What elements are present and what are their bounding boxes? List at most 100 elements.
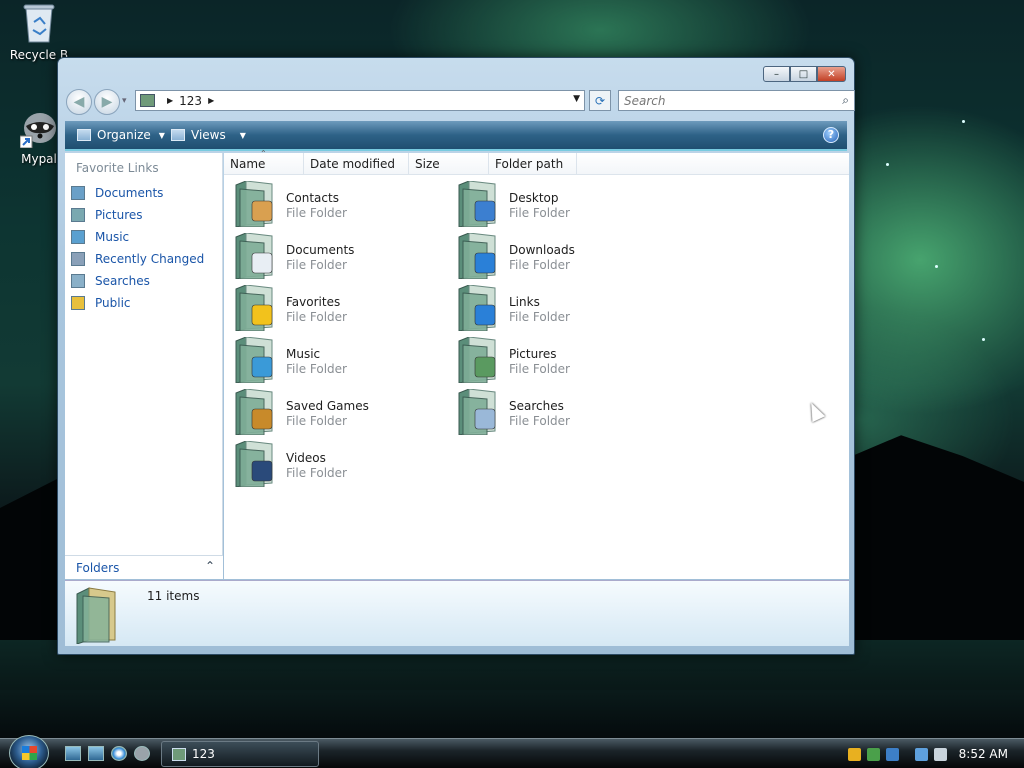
column-date-modified[interactable]: Date modified bbox=[304, 153, 409, 175]
desktop-lake bbox=[0, 640, 1024, 740]
folder-item-name: Searches bbox=[509, 399, 564, 413]
folder-icon bbox=[75, 586, 117, 645]
windows-logo-icon bbox=[22, 746, 37, 760]
folder-icon bbox=[172, 747, 186, 761]
music-icon bbox=[71, 230, 85, 244]
folder-item-type: File Folder bbox=[509, 414, 570, 428]
folder-item-name: Desktop bbox=[509, 191, 559, 205]
caption-buttons: – □ ✕ bbox=[763, 66, 846, 82]
star bbox=[982, 338, 985, 341]
taskbar-button-123[interactable]: 123 bbox=[161, 741, 319, 767]
favorite-link-pictures[interactable]: Pictures bbox=[71, 205, 143, 225]
file-list: ⌃ Name Date modified Size Folder path Con… bbox=[224, 149, 849, 579]
clock[interactable]: 8:52 AM bbox=[959, 747, 1008, 761]
address-dropdown-icon[interactable]: ▼ bbox=[573, 94, 580, 104]
recently-changed-icon bbox=[71, 252, 85, 266]
folder-item-searches[interactable]: Searches File Folder bbox=[449, 387, 669, 437]
chevron-right-icon[interactable]: ▶ bbox=[167, 96, 173, 105]
folder-item-type: File Folder bbox=[286, 466, 347, 480]
folder-item-documents[interactable]: Documents File Folder bbox=[226, 231, 446, 281]
switch-windows-icon[interactable] bbox=[88, 746, 104, 761]
folder-item-type: File Folder bbox=[509, 310, 570, 324]
music-folder-icon bbox=[234, 336, 276, 384]
favorite-link-label: Documents bbox=[95, 186, 164, 200]
public-folder-icon bbox=[71, 296, 85, 310]
security-shield-icon[interactable] bbox=[847, 747, 861, 761]
star bbox=[935, 265, 938, 268]
column-label: Name bbox=[230, 157, 266, 171]
address-path[interactable]: 123 bbox=[179, 94, 202, 108]
folder-item-downloads[interactable]: Downloads File Folder bbox=[449, 231, 669, 281]
explorer-window: – □ ✕ ◀ ▶ ▾ ▶ 123 ▶ ▼ ⟳ Search ⌕ Organiz… bbox=[57, 57, 855, 655]
pictures-icon bbox=[71, 208, 85, 222]
favorite-link-documents[interactable]: Documents bbox=[71, 183, 163, 203]
navigation-pane: Favorite Links Documents Pictures Music Rec… bbox=[65, 153, 223, 579]
organize-icon bbox=[77, 129, 91, 141]
folder-item-music[interactable]: Music File Folder bbox=[226, 335, 446, 385]
favorite-link-label: Searches bbox=[95, 274, 150, 288]
folder-item-videos[interactable]: Videos File Folder bbox=[226, 439, 446, 489]
star bbox=[886, 163, 889, 166]
documents-icon bbox=[71, 186, 85, 200]
column-size[interactable]: Size bbox=[409, 153, 489, 175]
folders-toggle[interactable]: Folders ⌃ bbox=[65, 555, 223, 579]
network-icon[interactable] bbox=[914, 747, 928, 761]
recent-pages-dropdown[interactable]: ▾ bbox=[122, 96, 127, 106]
column-name[interactable]: ⌃ Name bbox=[224, 149, 304, 175]
search-placeholder: Search bbox=[624, 94, 666, 108]
column-folder-path[interactable]: Folder path bbox=[489, 153, 577, 175]
forward-button[interactable]: ▶ bbox=[94, 89, 120, 115]
folder-item-desktop[interactable]: Desktop File Folder bbox=[449, 179, 669, 229]
details-pane: 11 items bbox=[65, 580, 849, 646]
minimize-button[interactable]: – bbox=[763, 66, 790, 82]
volume-muted-icon[interactable] bbox=[933, 747, 947, 761]
folder-item-type: File Folder bbox=[286, 310, 347, 324]
internet-explorer-icon[interactable] bbox=[111, 746, 127, 761]
back-button[interactable]: ◀ bbox=[66, 89, 92, 115]
search-input[interactable]: Search ⌕ bbox=[618, 90, 855, 111]
system-tray: 8:52 AM bbox=[847, 739, 1024, 768]
folders-label: Folders bbox=[76, 561, 120, 575]
show-desktop-icon[interactable] bbox=[65, 746, 81, 761]
folder-item-type: File Folder bbox=[509, 206, 570, 220]
folder-item-type: File Folder bbox=[509, 362, 570, 376]
favorite-link-music[interactable]: Music bbox=[71, 227, 129, 247]
folder-item-name: Saved Games bbox=[286, 399, 369, 413]
address-bar[interactable]: ▶ 123 ▶ ▼ bbox=[135, 90, 585, 111]
favorite-link-searches[interactable]: Searches bbox=[71, 271, 150, 291]
folder-item-saved-games[interactable]: Saved Games File Folder bbox=[226, 387, 446, 437]
search-icon[interactable]: ⌕ bbox=[842, 93, 849, 108]
chevron-right-icon[interactable]: ▶ bbox=[208, 96, 214, 105]
views-button[interactable]: Views ▼ bbox=[171, 128, 246, 142]
chevron-down-icon: ▼ bbox=[239, 130, 246, 140]
folder-item-links[interactable]: Links File Folder bbox=[449, 283, 669, 333]
links-folder-icon bbox=[457, 284, 499, 332]
start-button[interactable] bbox=[9, 735, 49, 768]
folder-item-pictures[interactable]: Pictures File Folder bbox=[449, 335, 669, 385]
maximize-button[interactable]: □ bbox=[790, 66, 817, 82]
refresh-button[interactable]: ⟳ bbox=[589, 90, 611, 111]
folder-item-type: File Folder bbox=[286, 258, 347, 272]
folder-icon bbox=[140, 94, 155, 107]
raccoon-icon bbox=[19, 106, 58, 149]
desktop-icon-recycle-bin[interactable]: Recycle B bbox=[4, 2, 74, 62]
favorite-link-label: Public bbox=[95, 296, 131, 310]
sort-ascending-icon: ⌃ bbox=[260, 149, 267, 158]
taskbar: 123 8:52 AM bbox=[0, 735, 1024, 768]
favorite-link-recently-changed[interactable]: Recently Changed bbox=[71, 249, 204, 269]
defender-icon[interactable] bbox=[885, 747, 899, 761]
saved-games-folder-icon bbox=[234, 388, 276, 436]
favorite-link-label: Pictures bbox=[95, 208, 143, 222]
item-count: 11 items bbox=[147, 589, 200, 603]
close-button[interactable]: ✕ bbox=[817, 66, 846, 82]
help-button[interactable]: ? bbox=[823, 127, 839, 143]
mypal-icon[interactable] bbox=[134, 746, 150, 761]
folder-item-name: Music bbox=[286, 347, 321, 361]
folder-item-favorites[interactable]: Favorites File Folder bbox=[226, 283, 446, 333]
organize-label: Organize bbox=[97, 128, 151, 142]
windows-update-icon[interactable] bbox=[866, 747, 880, 761]
favorite-link-public[interactable]: Public bbox=[71, 293, 131, 313]
folder-item-contacts[interactable]: Contacts File Folder bbox=[226, 179, 446, 229]
organize-button[interactable]: Organize ▼ bbox=[77, 128, 165, 142]
videos-folder-icon bbox=[234, 440, 276, 488]
